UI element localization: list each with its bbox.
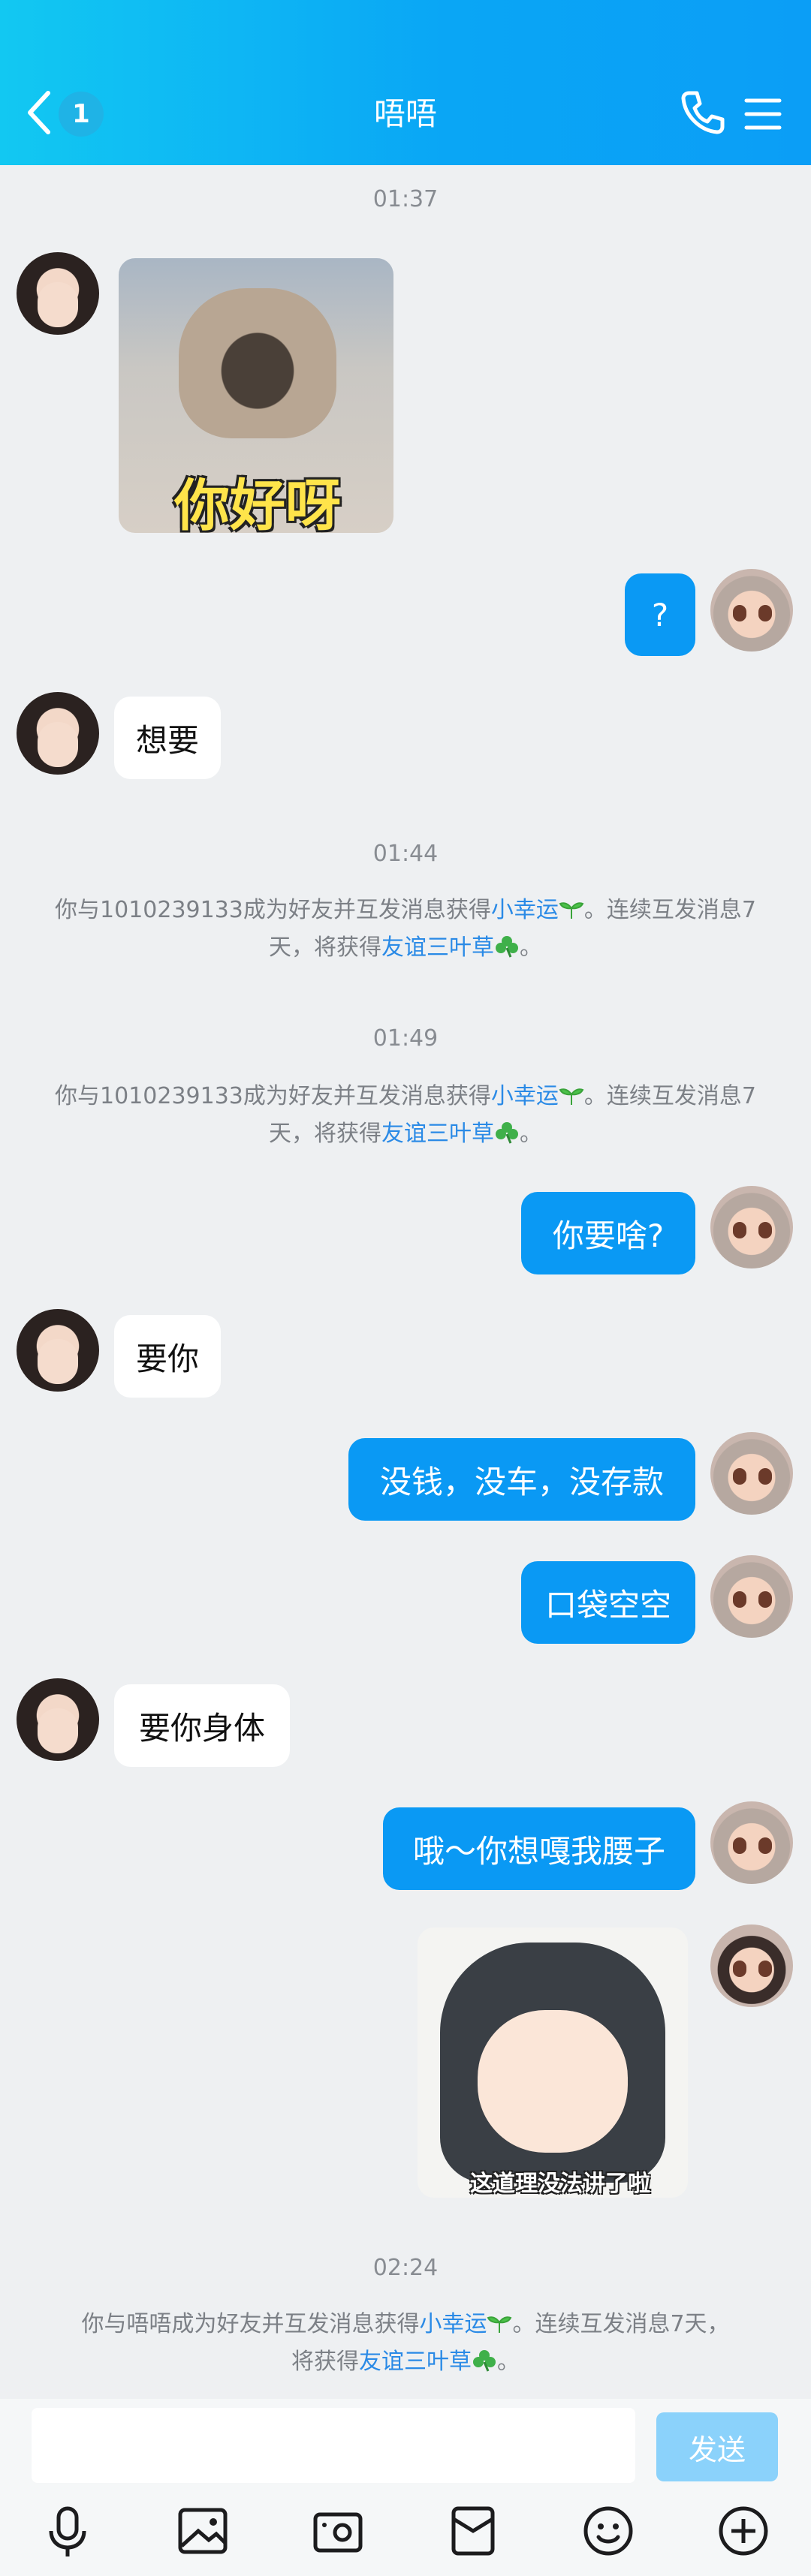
image-icon (178, 2508, 228, 2554)
input-bar: 发送 (0, 2399, 811, 2576)
voice-button[interactable] (38, 2501, 98, 2561)
more-button[interactable] (713, 2501, 773, 2561)
red-packet-button[interactable] (443, 2501, 503, 2561)
sprout-icon (559, 902, 584, 919)
avatar[interactable] (17, 692, 99, 775)
system-notice: 你与唔唔成为好友并互发消息获得小幸运 。连续互发消息7天， 将获得友谊三叶草。 (53, 2306, 758, 2381)
notice-text: 。 (520, 1121, 542, 1147)
notice-link[interactable]: 友谊三叶草 (381, 1121, 494, 1147)
clover-icon (473, 2350, 496, 2372)
avatar[interactable] (17, 1678, 99, 1761)
message-bubble[interactable]: 你要啥? (521, 1192, 695, 1274)
chat-header: 1 唔唔 (0, 0, 811, 165)
notice-text: 。连续互发消息7天， (512, 2311, 730, 2337)
notice-text: 。 (497, 2349, 520, 2375)
notice-link[interactable]: 友谊三叶草 (381, 934, 494, 961)
message-bubble[interactable]: 哦～你想嘎我腰子 (383, 1807, 695, 1890)
chevron-left-icon (28, 91, 50, 134)
pug-illustration (179, 288, 336, 438)
notice-link[interactable]: 小幸运 (491, 1083, 559, 1109)
plus-icon (719, 2506, 768, 2556)
red-packet-icon (451, 2506, 495, 2556)
anime-face (478, 2010, 628, 2153)
message-bubble[interactable]: 口袋空空 (521, 1561, 695, 1644)
avatar[interactable] (17, 1309, 99, 1392)
notice-text: 你与1010239133成为好友并互发消息获得 (55, 897, 491, 923)
sticker-message[interactable]: 这道理没法讲了啦 (418, 1927, 688, 2198)
timestamp: 01:49 (372, 1025, 439, 1052)
menu-icon (744, 98, 782, 130)
timestamp: 01:44 (372, 841, 439, 867)
avatar[interactable] (17, 252, 99, 335)
notice-text: 将获得 (291, 2349, 359, 2375)
camera-icon (313, 2512, 363, 2553)
avatar[interactable] (710, 1924, 793, 2007)
system-notice: 你与1010239133成为好友并互发消息获得小幸运 。连续互发消息7天，将获得友… (53, 892, 758, 967)
camera-button[interactable] (308, 2501, 368, 2561)
avatar[interactable] (710, 1555, 793, 1638)
sticker-message[interactable]: 你好呀 (119, 258, 393, 533)
timestamp: 01:37 (372, 186, 439, 212)
notice-link[interactable]: 小幸运 (419, 2311, 487, 2337)
avatar[interactable] (710, 1801, 793, 1884)
message-bubble[interactable]: 要你身体 (114, 1684, 290, 1767)
chat-title: 唔唔 (373, 95, 437, 132)
clover-icon (496, 1122, 518, 1144)
system-notice: 你与1010239133成为好友并互发消息获得小幸运 。连续互发消息7天，将获得友… (53, 1078, 758, 1153)
notice-text: 。 (520, 934, 542, 961)
message-bubble[interactable]: 要你 (114, 1315, 221, 1398)
notice-text: 你与1010239133成为好友并互发消息获得 (55, 1083, 491, 1109)
send-button[interactable]: 发送 (656, 2412, 778, 2481)
microphone-icon (49, 2506, 86, 2556)
sprout-icon (559, 1088, 584, 1105)
sticker-caption: 这道理没法讲了啦 (470, 2171, 650, 2197)
timestamp: 02:24 (372, 2255, 439, 2281)
avatar[interactable] (710, 1186, 793, 1268)
message-bubble[interactable]: 想要 (114, 697, 221, 779)
clover-icon (496, 936, 518, 958)
photo-button[interactable] (173, 2501, 233, 2561)
menu-button[interactable] (740, 92, 785, 137)
emoji-button[interactable] (578, 2501, 638, 2561)
sticker-caption: 你好呀 (174, 474, 341, 533)
notice-link[interactable]: 友谊三叶草 (359, 2349, 472, 2375)
message-bubble[interactable]: ? (625, 573, 695, 656)
call-button[interactable] (679, 89, 727, 137)
notice-link[interactable]: 小幸运 (491, 897, 559, 923)
emoji-icon (583, 2506, 633, 2556)
avatar[interactable] (710, 1432, 793, 1515)
message-input[interactable] (32, 2408, 635, 2483)
unread-badge: 1 (59, 92, 104, 137)
sprout-icon (487, 2316, 512, 2333)
phone-icon (681, 91, 725, 134)
notice-text: 你与唔唔成为好友并互发消息获得 (81, 2311, 420, 2337)
avatar[interactable] (710, 569, 793, 652)
message-bubble[interactable]: 没钱，没车，没存款 (348, 1438, 695, 1521)
